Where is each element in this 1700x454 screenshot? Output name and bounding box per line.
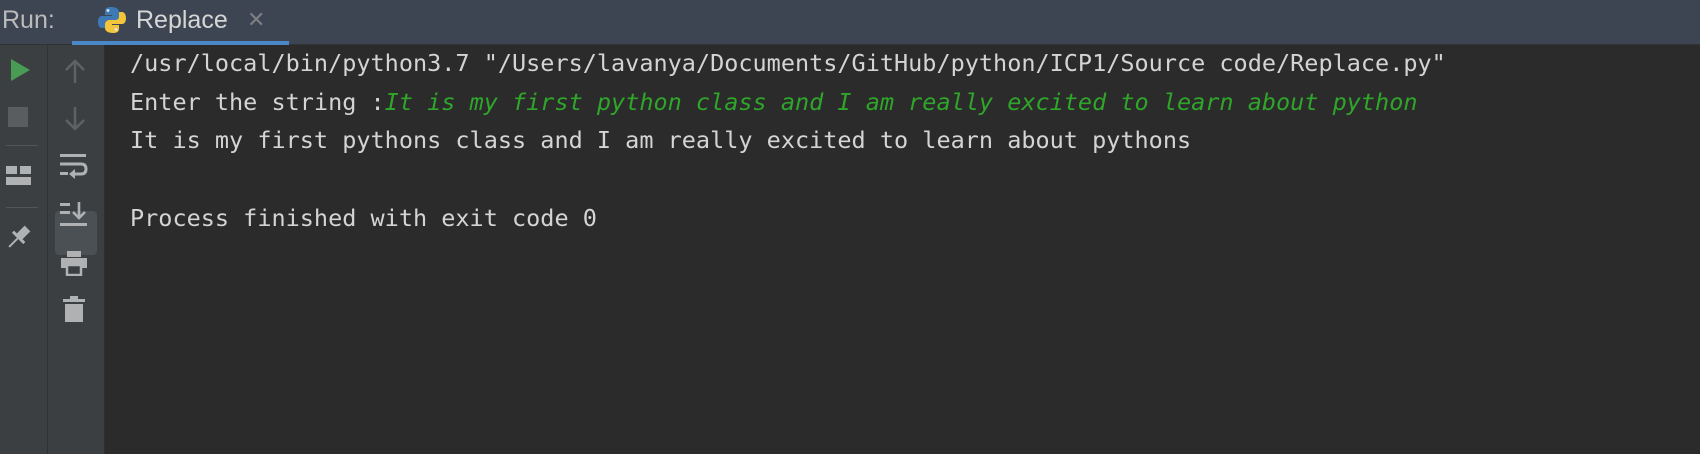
- command-line: /usr/local/bin/python3.7 "/Users/lavanya…: [130, 49, 1446, 77]
- run-toolbar-primary: [0, 45, 48, 454]
- console-output[interactable]: /usr/local/bin/python3.7 "/Users/lavanya…: [105, 45, 1700, 454]
- run-tool-window-header: Run: Replace ✕: [0, 0, 1700, 45]
- python-icon: [98, 7, 126, 33]
- toolbar-separator: [6, 207, 38, 208]
- scroll-to-end-icon[interactable]: [59, 201, 89, 229]
- close-icon[interactable]: ✕: [247, 4, 265, 36]
- exit-message: Process finished with exit code 0: [130, 204, 597, 232]
- prompt-text: Enter the string :: [130, 88, 385, 116]
- stop-icon[interactable]: [8, 107, 28, 127]
- run-toolbar-secondary: [48, 45, 105, 454]
- run-icon[interactable]: [8, 57, 32, 83]
- soft-wrap-icon[interactable]: [59, 153, 89, 179]
- output-line: It is my first pythons class and I am re…: [130, 126, 1192, 154]
- trash-icon[interactable]: [62, 295, 86, 323]
- run-label: Run:: [2, 6, 55, 34]
- tab-replace[interactable]: Replace ✕: [72, 0, 289, 45]
- pin-icon[interactable]: [5, 223, 33, 253]
- user-input-text: It is my first python class and I am rea…: [384, 88, 1418, 116]
- toolbar-separator: [6, 145, 38, 146]
- up-arrow-icon[interactable]: [63, 59, 87, 85]
- tab-label: Replace: [136, 6, 228, 34]
- input-prompt-line: Enter the string :It is my first python …: [130, 87, 1418, 117]
- print-icon[interactable]: [60, 250, 88, 276]
- down-arrow-icon[interactable]: [63, 105, 87, 131]
- layout-icon[interactable]: [6, 165, 32, 187]
